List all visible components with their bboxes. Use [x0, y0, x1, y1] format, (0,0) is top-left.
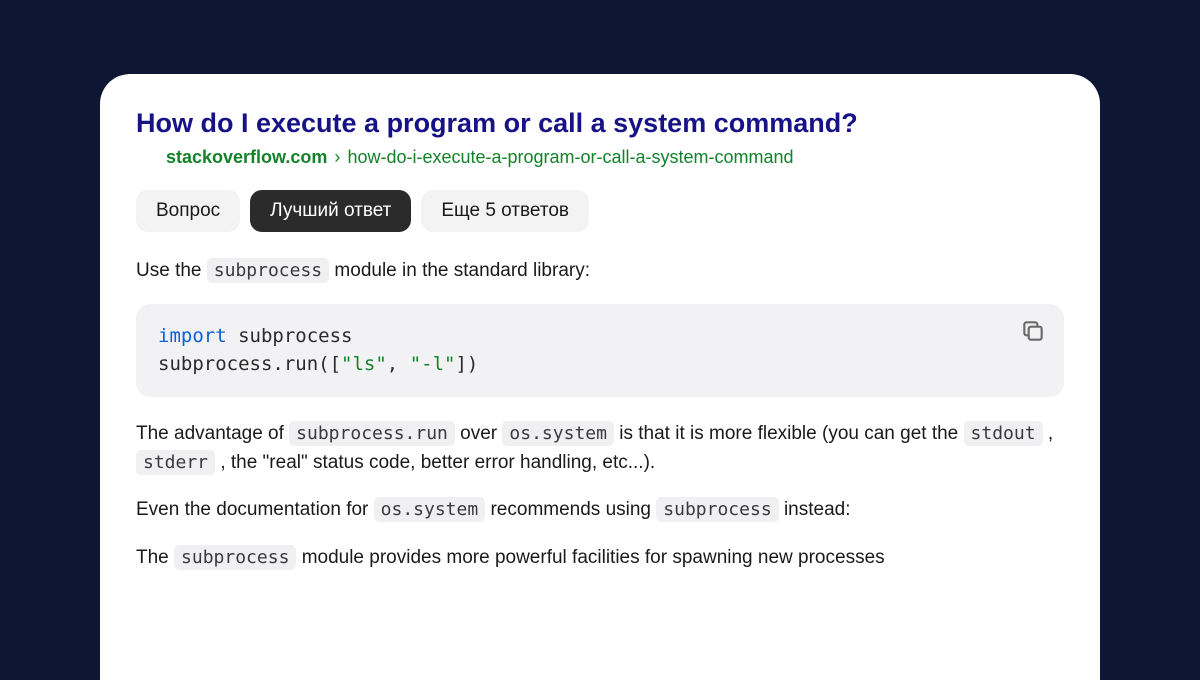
paragraph-facilities: The subprocess module provides more powe…	[136, 543, 1064, 572]
inline-code-subprocess: subprocess	[207, 258, 329, 283]
answer-content: Use the subprocess module in the standar…	[136, 256, 1064, 572]
keyword: import	[158, 325, 227, 347]
inline-code: stderr	[136, 450, 215, 475]
string: "-l"	[410, 353, 456, 375]
tab-best-answer[interactable]: Лучший ответ	[250, 190, 411, 232]
inline-code: subprocess	[656, 497, 778, 522]
code-block: import subprocess subprocess.run(["ls", …	[136, 304, 1064, 397]
code-line-1: import subprocess	[158, 322, 1042, 351]
paragraph-documentation: Even the documentation for os.system rec…	[136, 495, 1064, 524]
text: recommends using	[490, 499, 656, 520]
text: Even the documentation for	[136, 499, 374, 520]
result-title[interactable]: How do I execute a program or call a sys…	[136, 106, 1064, 141]
code-text: ,	[387, 353, 410, 375]
intro-paragraph: Use the subprocess module in the standar…	[136, 256, 1064, 285]
code-text: subprocess	[227, 325, 353, 347]
text: is that it is more flexible (you can get…	[619, 423, 963, 444]
text: over	[460, 423, 502, 444]
code-text: ])	[455, 353, 478, 375]
breadcrumb-domain: stackoverflow.com	[166, 147, 327, 167]
paragraph-advantage: The advantage of subprocess.run over os.…	[136, 419, 1064, 478]
text: The	[136, 547, 174, 568]
code-text: subprocess.run([	[158, 353, 341, 375]
text: The advantage of	[136, 423, 289, 444]
tabs: Вопрос Лучший ответ Еще 5 ответов	[136, 190, 1064, 232]
text: ,	[1048, 423, 1053, 444]
tab-more-answers[interactable]: Еще 5 ответов	[421, 190, 589, 232]
string: "ls"	[341, 353, 387, 375]
code-line-2: subprocess.run(["ls", "-l"])	[158, 350, 1042, 379]
inline-code: subprocess.run	[289, 421, 455, 446]
inline-code: subprocess	[174, 545, 296, 570]
copy-icon[interactable]	[1020, 318, 1046, 344]
text: , the "real" status code, better error h…	[220, 452, 655, 473]
inline-code: os.system	[502, 421, 614, 446]
result-card: How do I execute a program or call a sys…	[100, 74, 1100, 680]
breadcrumb[interactable]: stackoverflow.com › how-do-i-execute-a-p…	[166, 147, 1064, 168]
text: Use the	[136, 260, 207, 281]
breadcrumb-path: how-do-i-execute-a-program-or-call-a-sys…	[347, 147, 793, 167]
text: module in the standard library:	[334, 260, 590, 281]
breadcrumb-separator: ›	[334, 147, 340, 167]
inline-code: os.system	[374, 497, 486, 522]
inline-code: stdout	[964, 421, 1043, 446]
tab-question[interactable]: Вопрос	[136, 190, 240, 232]
text: instead:	[784, 499, 851, 520]
text: module provides more powerful facilities…	[302, 547, 885, 568]
